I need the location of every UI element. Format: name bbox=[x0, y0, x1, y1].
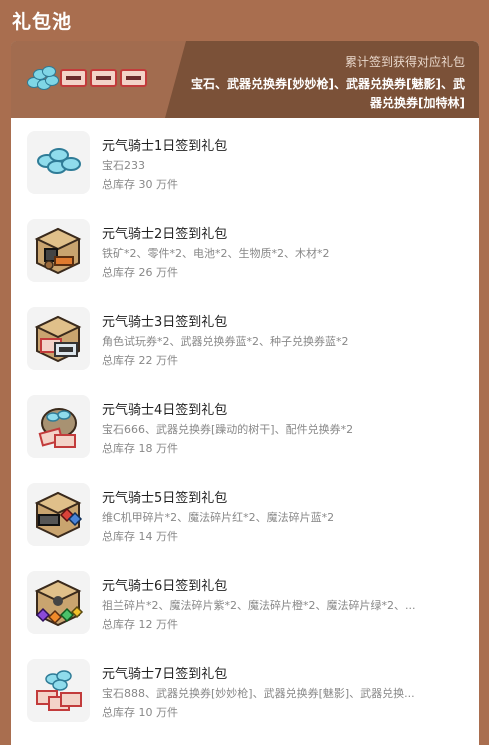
item-stock: 总库存 22 万件 bbox=[102, 354, 178, 367]
item-description: 宝石666、武器兑换券[躁动的树干]、配件兑换券*2 bbox=[102, 423, 354, 436]
list-item[interactable]: 元气骑士5日签到礼包 维C机甲碎片*2、魔法碎片红*2、魔法碎片蓝*2 总库存 … bbox=[11, 482, 479, 570]
page-title: 礼包池 bbox=[12, 11, 73, 33]
item-title: 元气骑士7日签到礼包 bbox=[102, 667, 228, 682]
weapon-ticket-icon bbox=[90, 69, 117, 87]
weapon-ticket-icon bbox=[120, 69, 147, 87]
banner-subtitle: 累计签到获得对应礼包 bbox=[344, 55, 465, 69]
gems-icon bbox=[27, 131, 90, 194]
list-item[interactable]: 元气骑士7日签到礼包 宝石888、武器兑换券[妙妙枪]、武器兑换券[魅影]、武器… bbox=[11, 658, 479, 745]
gift-pool-panel: 累计签到获得对应礼包 宝石、武器兑换券[妙妙枪]、武器兑换券[魅影]、武 器兑换… bbox=[11, 41, 479, 745]
fragments-box-icon bbox=[27, 483, 90, 546]
item-description: 角色试玩券*2、武器兑换券蓝*2、种子兑换券蓝*2 bbox=[102, 335, 349, 348]
item-description: 宝石888、武器兑换券[妙妙枪]、武器兑换券[魅影]、武器兑换... bbox=[102, 687, 415, 700]
gift-list: 元气骑士1日签到礼包 宝石233 总库存 30 万件 元气骑士2日签到礼包 铁矿… bbox=[11, 118, 479, 745]
magic-fragments-box-icon bbox=[27, 571, 90, 634]
item-title: 元气骑士6日签到礼包 bbox=[102, 579, 228, 594]
materials-box-icon bbox=[27, 219, 90, 282]
item-description: 祖兰碎片*2、魔法碎片紫*2、魔法碎片橙*2、魔法碎片绿*2、... bbox=[102, 599, 416, 612]
list-item[interactable]: 元气骑士4日签到礼包 宝石666、武器兑换券[躁动的树干]、配件兑换券*2 总库… bbox=[11, 394, 479, 482]
item-stock: 总库存 18 万件 bbox=[102, 442, 178, 455]
banner-rewards-line-2: 器兑换券[加特林] bbox=[370, 96, 465, 110]
item-stock: 总库存 26 万件 bbox=[102, 266, 178, 279]
item-title: 元气骑士4日签到礼包 bbox=[102, 403, 228, 418]
weapon-ticket-icon bbox=[60, 69, 87, 87]
banner: 累计签到获得对应礼包 宝石、武器兑换券[妙妙枪]、武器兑换券[魅影]、武 器兑换… bbox=[11, 41, 479, 118]
item-stock: 总库存 30 万件 bbox=[102, 178, 178, 191]
item-stock: 总库存 10 万件 bbox=[102, 706, 178, 719]
list-item[interactable]: 元气骑士2日签到礼包 铁矿*2、零件*2、电池*2、生物质*2、木材*2 总库存… bbox=[11, 218, 479, 306]
banner-rewards-line-1: 宝石、武器兑换券[妙妙枪]、武器兑换券[魅影]、武 bbox=[191, 77, 465, 91]
item-description: 铁矿*2、零件*2、电池*2、生物质*2、木材*2 bbox=[102, 247, 330, 260]
gem-bag-icon bbox=[27, 395, 90, 458]
list-item[interactable]: 元气骑士3日签到礼包 角色试玩券*2、武器兑换券蓝*2、种子兑换券蓝*2 总库存… bbox=[11, 306, 479, 394]
item-stock: 总库存 12 万件 bbox=[102, 618, 178, 631]
tickets-box-icon bbox=[27, 307, 90, 370]
item-stock: 总库存 14 万件 bbox=[102, 530, 178, 543]
banner-rewards-icon bbox=[25, 63, 147, 93]
item-title: 元气骑士2日签到礼包 bbox=[102, 227, 228, 242]
list-item[interactable]: 元气骑士1日签到礼包 宝石233 总库存 30 万件 bbox=[11, 130, 479, 218]
item-description: 维C机甲碎片*2、魔法碎片红*2、魔法碎片蓝*2 bbox=[102, 511, 335, 524]
list-item[interactable]: 元气骑士6日签到礼包 祖兰碎片*2、魔法碎片紫*2、魔法碎片橙*2、魔法碎片绿*… bbox=[11, 570, 479, 658]
item-title: 元气骑士3日签到礼包 bbox=[102, 315, 228, 330]
gems-tickets-icon bbox=[27, 659, 90, 722]
gem-pile-icon bbox=[25, 63, 59, 93]
item-description: 宝石233 bbox=[102, 159, 145, 172]
item-title: 元气骑士1日签到礼包 bbox=[102, 139, 228, 154]
item-title: 元气骑士5日签到礼包 bbox=[102, 491, 228, 506]
